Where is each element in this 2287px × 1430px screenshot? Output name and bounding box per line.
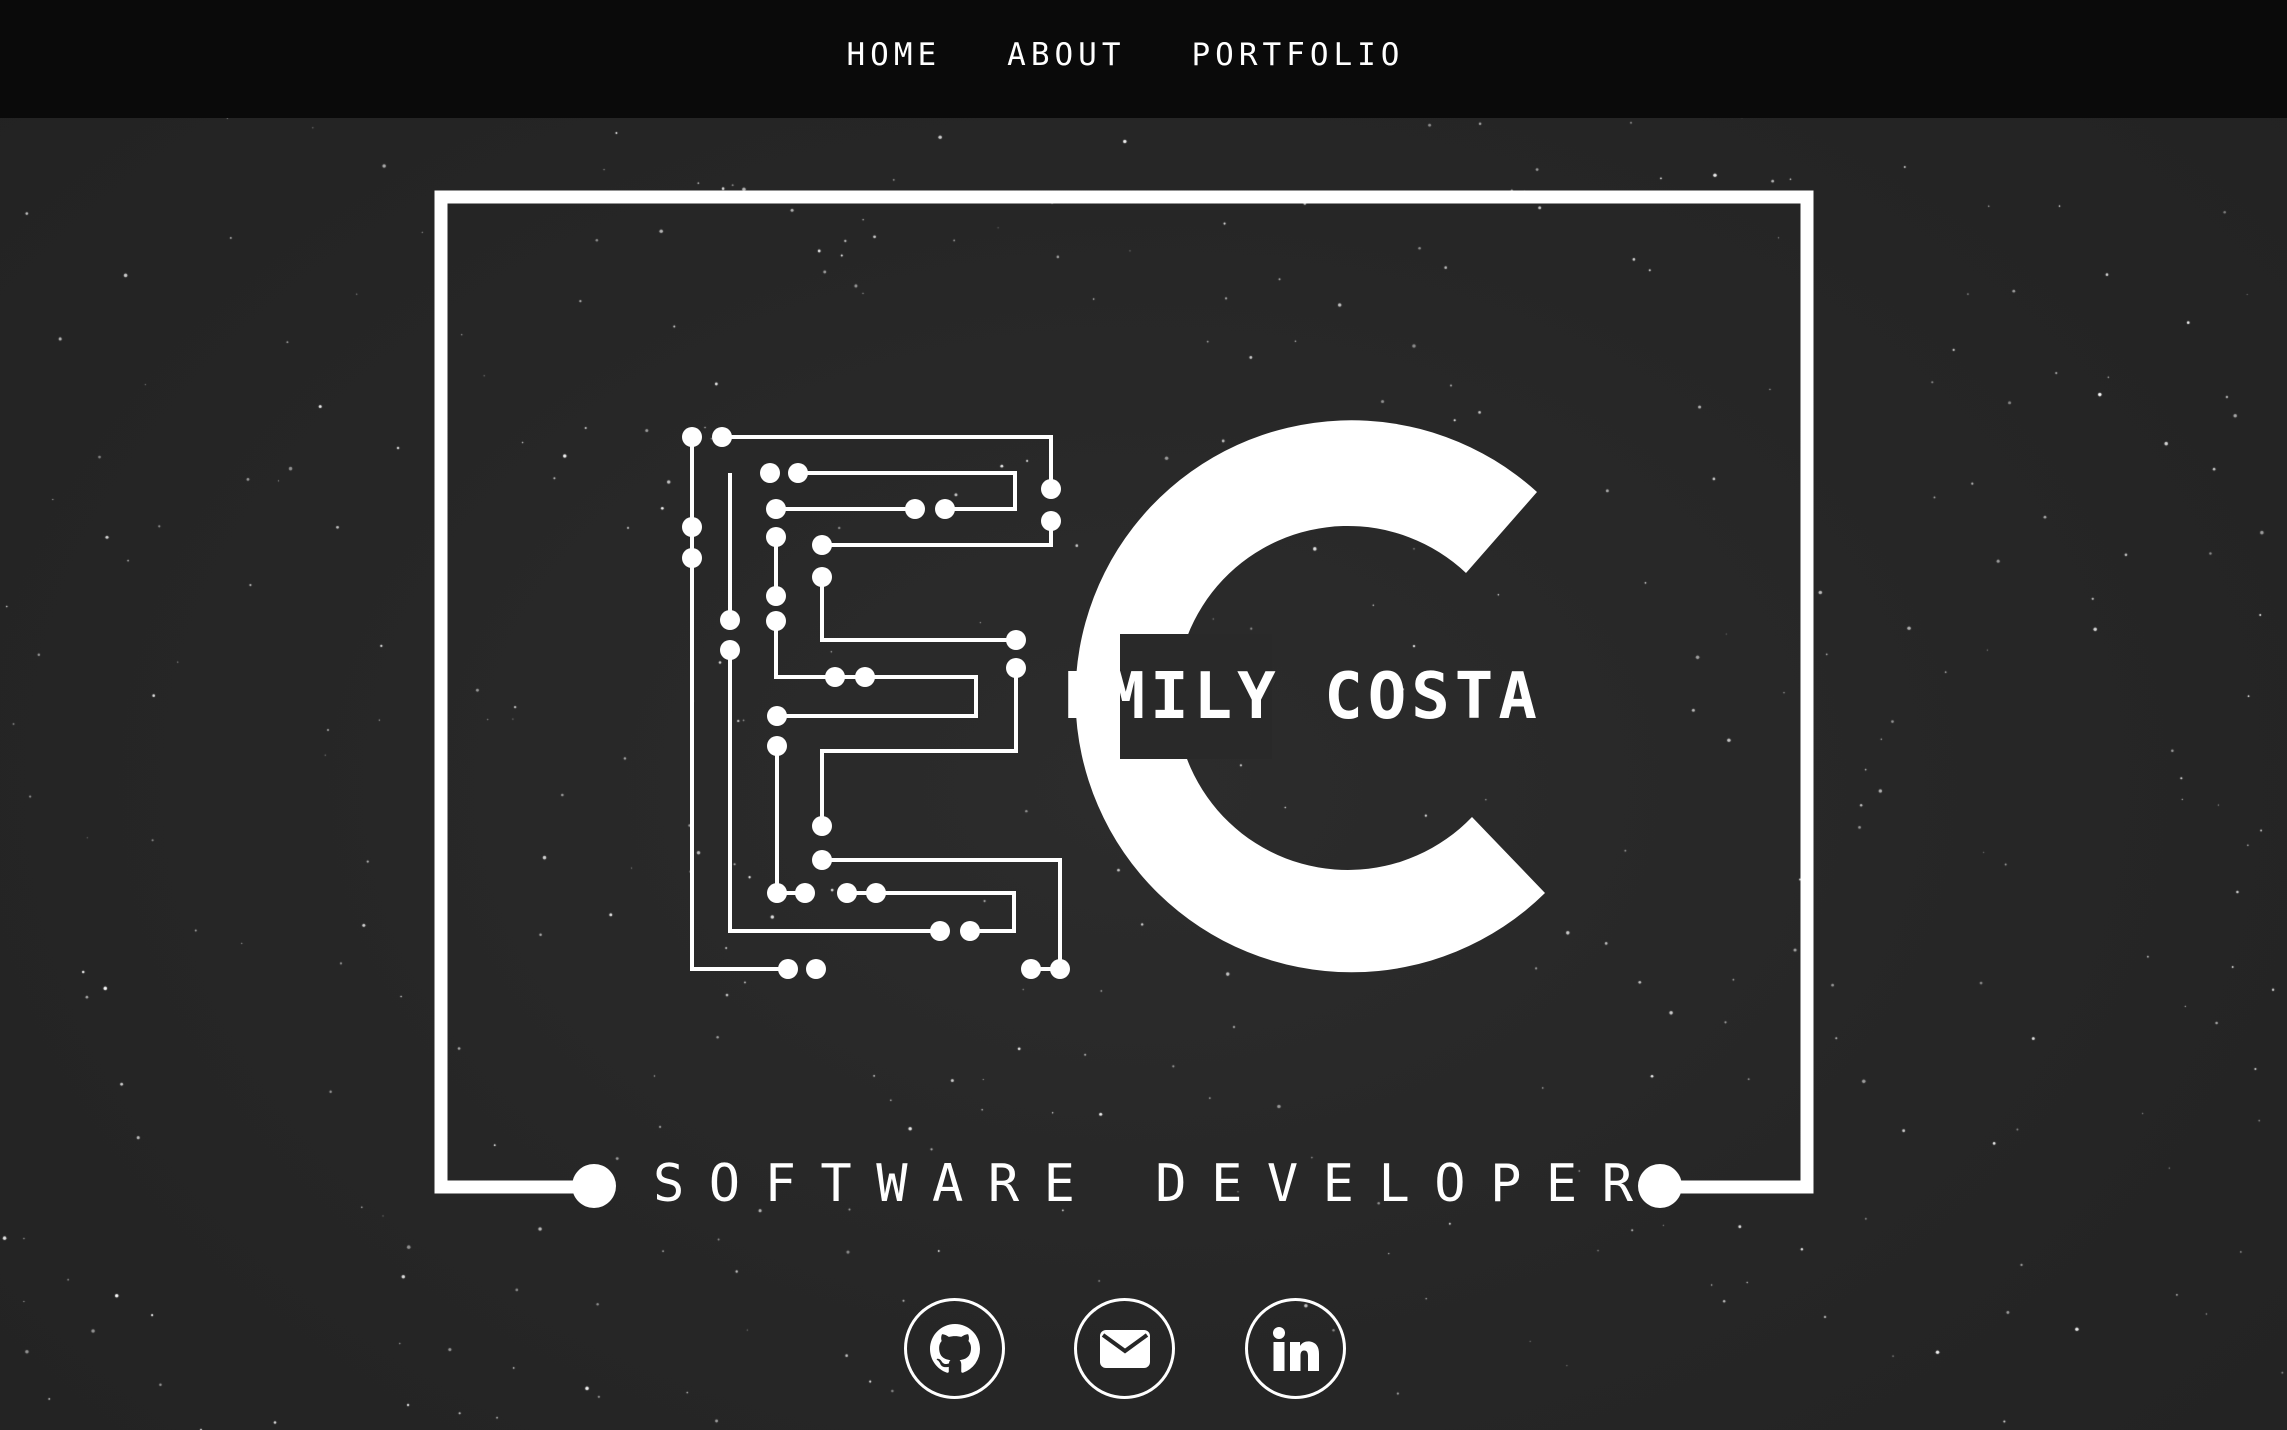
envelope-icon [1099, 1329, 1150, 1368]
frame-left-node [572, 1164, 616, 1208]
github-link[interactable] [904, 1298, 1005, 1399]
tagline: SOFTWARE DEVELOPER [653, 1154, 1658, 1214]
email-link[interactable] [1074, 1298, 1175, 1399]
name-title: EMILY COSTA [1063, 660, 1542, 734]
github-icon [929, 1323, 980, 1373]
hero-logo: EMILY COSTA SOFTWARE DEVELOPER [434, 190, 1814, 1214]
linkedin-link[interactable] [1245, 1298, 1346, 1399]
linkedin-icon [1272, 1326, 1319, 1371]
